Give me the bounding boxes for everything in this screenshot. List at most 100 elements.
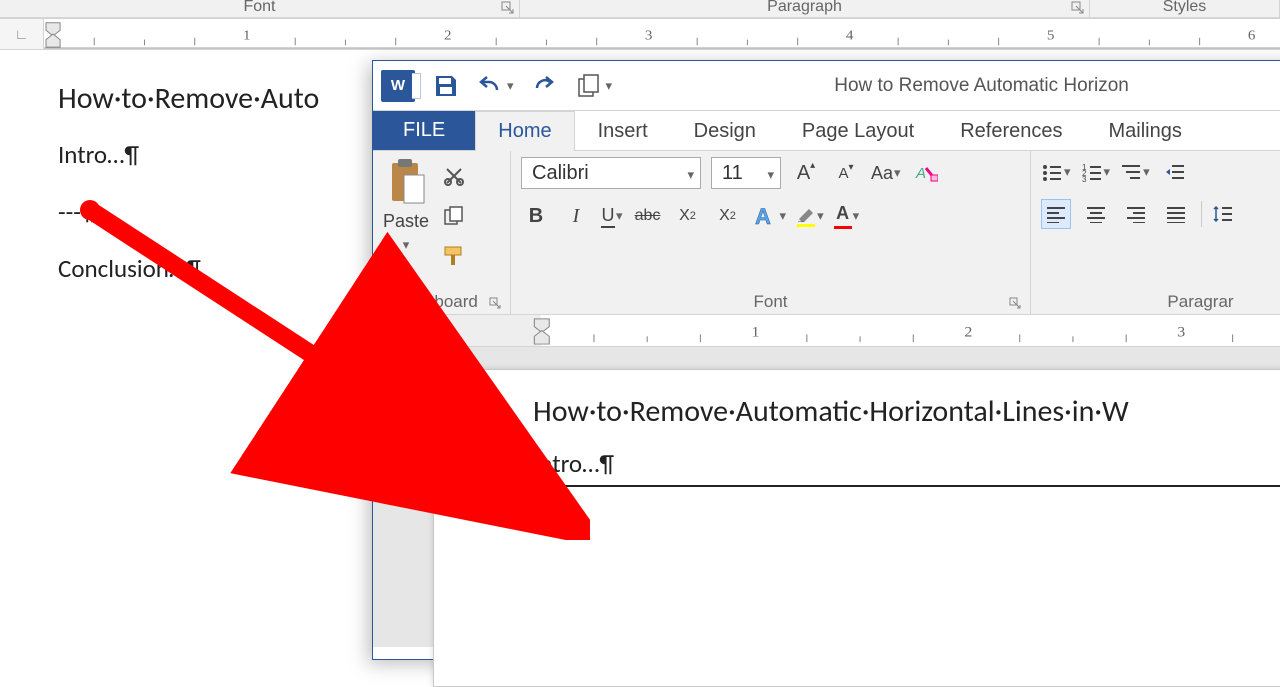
strikethrough-button[interactable]: abc: [633, 201, 663, 231]
word-app-icon[interactable]: W: [381, 70, 415, 102]
doc-paragraph[interactable]: Intro…¶: [533, 448, 1280, 479]
svg-text:2: 2: [444, 28, 452, 43]
font-size-value: 11: [722, 162, 743, 185]
text-label: Styles: [1163, 0, 1207, 16]
highlight-button[interactable]: [796, 201, 824, 231]
text-effects-button[interactable]: A: [753, 201, 787, 231]
doc-paragraph[interactable]: ¶: [533, 497, 1280, 528]
undo-button[interactable]: [477, 74, 514, 98]
multilevel-list-button[interactable]: [1120, 162, 1150, 182]
grow-font-icon: A: [797, 162, 810, 185]
auto-horizontal-line[interactable]: [533, 485, 1280, 487]
tab-mailings[interactable]: Mailings: [1086, 111, 1205, 150]
clear-formatting-button[interactable]: A: [911, 158, 941, 188]
svg-text:A: A: [915, 165, 926, 182]
tab-selector[interactable]: L: [373, 315, 413, 346]
dialog-launcher-icon[interactable]: [1071, 1, 1085, 15]
doc-heading[interactable]: How·to·Remove·Automatic·Horizontal·Lines…: [533, 393, 1280, 430]
cut-button[interactable]: [439, 161, 469, 191]
paste-options-icon[interactable]: [449, 455, 469, 475]
chevron-down-icon[interactable]: [403, 236, 410, 254]
tab-references[interactable]: References: [937, 111, 1085, 150]
bg-styles-group-label: Styles: [1090, 0, 1280, 18]
paragraph-group: 123: [1031, 151, 1280, 314]
copy-icon: [576, 73, 604, 99]
fg-document-area[interactable]: How·to·Remove·Automatic·Horizontal·Lines…: [373, 347, 1280, 647]
outdent-icon: [1164, 162, 1186, 182]
doc-heading[interactable]: How·to·Remove·Auto: [58, 80, 319, 117]
line-spacing-button[interactable]: [1212, 204, 1234, 224]
svg-text:3: 3: [1177, 324, 1185, 340]
group-label: Clipboard: [383, 288, 500, 312]
chevron-down-icon: [780, 208, 787, 224]
dialog-launcher-icon[interactable]: [501, 1, 515, 15]
indent-markers-icon: [46, 23, 60, 47]
ruler-scale[interactable]: 123: [413, 315, 1280, 346]
change-case-button[interactable]: Aa: [871, 163, 901, 184]
tab-file[interactable]: FILE: [373, 111, 475, 150]
svg-text:4: 4: [846, 28, 854, 43]
svg-text:1: 1: [243, 28, 251, 43]
decrease-indent-button[interactable]: [1160, 157, 1190, 187]
svg-text:A: A: [755, 204, 771, 228]
new-document-button[interactable]: [576, 73, 613, 99]
title-bar[interactable]: W How to Remove Automatic Horizon: [373, 61, 1280, 111]
paintbrush-icon: [442, 245, 466, 267]
bold-button[interactable]: B: [521, 201, 551, 231]
foreground-word-window: W How to Remove Automatic Horizon FILE H…: [372, 60, 1280, 660]
shrink-font-icon: A: [838, 165, 848, 182]
justify-button[interactable]: [1161, 199, 1191, 229]
font-name-value: Calibri: [532, 162, 589, 185]
paste-button[interactable]: Paste: [383, 157, 429, 254]
fg-horizontal-ruler[interactable]: L 123: [373, 315, 1280, 347]
align-left-button[interactable]: [1041, 199, 1071, 229]
tab-home[interactable]: Home: [475, 111, 574, 151]
svg-text:6: 6: [1248, 28, 1256, 43]
dialog-launcher-icon[interactable]: [1009, 297, 1022, 310]
text-label: Paragraph: [767, 0, 842, 16]
copy-button[interactable]: [439, 201, 469, 231]
align-right-button[interactable]: [1121, 199, 1151, 229]
bullets-button[interactable]: [1041, 162, 1071, 182]
chevron-down-icon: [1064, 164, 1071, 180]
fg-document-text[interactable]: How·to·Remove·Automatic·Horizontal·Lines…: [533, 393, 1280, 534]
format-painter-button[interactable]: [439, 241, 469, 271]
scissors-icon: [443, 165, 465, 187]
doc-paragraph[interactable]: Intro…¶: [58, 139, 319, 170]
undo-icon: [477, 74, 505, 98]
tab-page-layout[interactable]: Page Layout: [779, 111, 937, 150]
quick-access-toolbar: W: [373, 70, 612, 102]
chevron-down-icon[interactable]: [507, 78, 514, 94]
tab-insert[interactable]: Insert: [575, 111, 671, 150]
svg-text:2: 2: [964, 324, 972, 340]
font-name-combo[interactable]: Calibri: [521, 157, 701, 189]
subscript-button[interactable]: X2: [673, 201, 703, 231]
svg-text:3: 3: [1082, 175, 1087, 182]
bullets-icon: [1041, 162, 1063, 182]
underline-button[interactable]: U: [601, 201, 623, 231]
bg-horizontal-ruler[interactable]: ∟ 1 2 3 4 5 6: [0, 18, 1280, 50]
tab-design[interactable]: Design: [671, 111, 779, 150]
font-size-combo[interactable]: 11: [711, 157, 781, 189]
text-label: Clipboard: [405, 292, 478, 311]
bg-ribbon-group-labels: Font Paragraph Styles: [0, 0, 1280, 18]
grow-font-button[interactable]: A▴: [791, 158, 821, 188]
italic-button[interactable]: I: [561, 201, 591, 231]
save-button[interactable]: [433, 73, 459, 99]
superscript-button[interactable]: X2: [713, 201, 743, 231]
font-color-button[interactable]: A: [834, 201, 860, 231]
doc-paragraph[interactable]: ---¶: [58, 196, 319, 227]
shrink-font-button[interactable]: A▾: [831, 158, 861, 188]
align-center-button[interactable]: [1081, 199, 1111, 229]
ruler-scale[interactable]: 1 2 3 4 5 6: [44, 19, 1280, 49]
numbering-button[interactable]: 123: [1081, 162, 1111, 182]
save-icon: [433, 73, 459, 99]
dialog-launcher-icon[interactable]: [489, 297, 502, 310]
redo-button[interactable]: [532, 74, 558, 98]
bg-document-text[interactable]: How·to·Remove·Auto Intro…¶ ---¶ Conclusi…: [58, 80, 319, 310]
tab-selector[interactable]: ∟: [0, 19, 44, 49]
chevron-down-icon: [853, 208, 860, 224]
doc-paragraph[interactable]: Conclusion…¶: [58, 253, 319, 284]
bg-font-group-label: Font: [0, 0, 520, 18]
group-label: Paragrar: [1041, 288, 1280, 312]
